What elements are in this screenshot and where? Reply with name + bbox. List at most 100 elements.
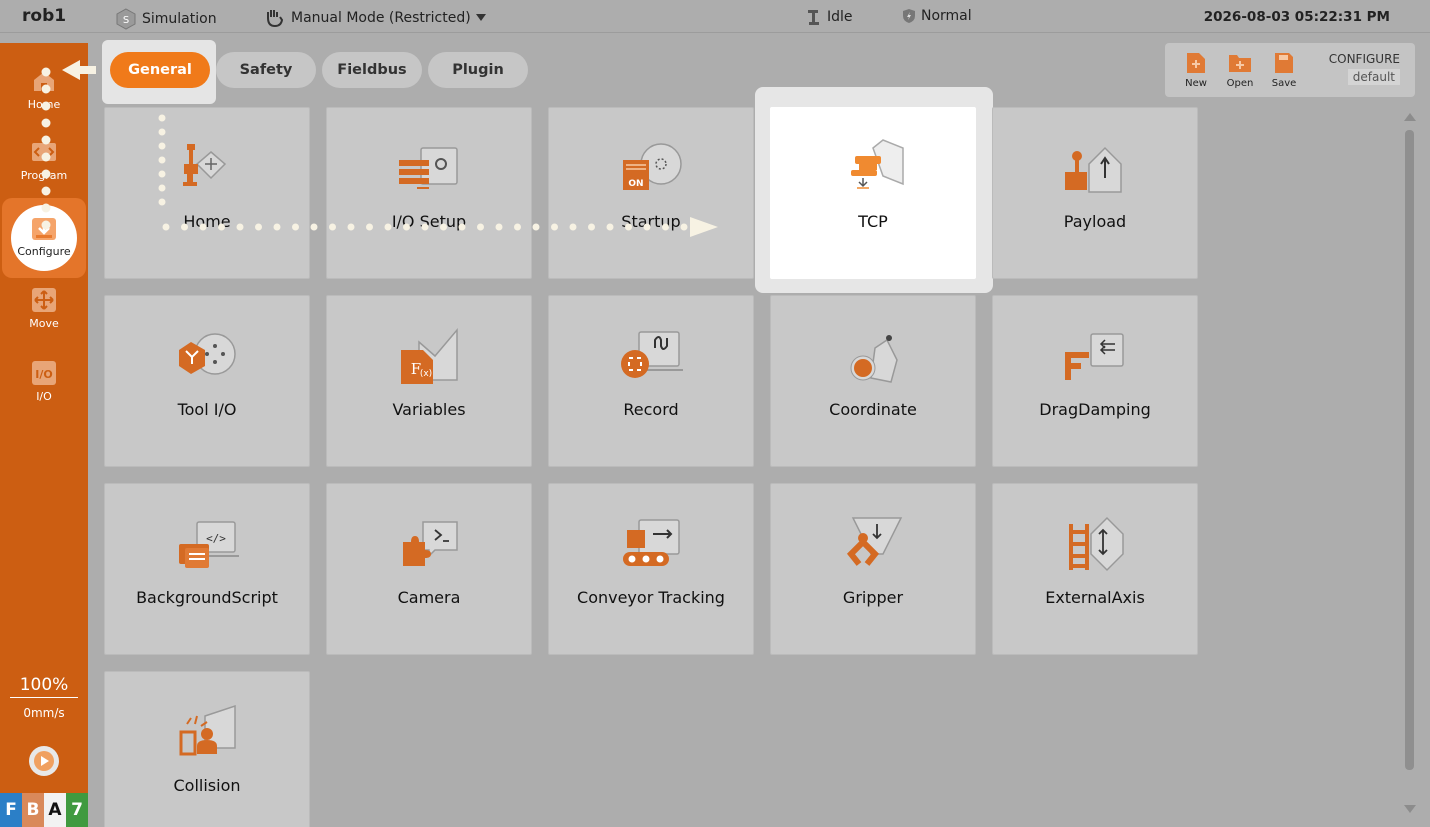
svg-text:(x): (x) bbox=[420, 369, 432, 379]
tile-label: Collision bbox=[173, 776, 241, 795]
io-setup-icon bbox=[395, 138, 465, 198]
safety-label: Normal bbox=[921, 8, 972, 24]
program-icon bbox=[30, 138, 58, 166]
conveyor-icon bbox=[617, 514, 687, 574]
record-icon bbox=[617, 326, 687, 386]
new-label: New bbox=[1185, 78, 1207, 89]
tab-fieldbus[interactable]: Fieldbus bbox=[322, 52, 422, 88]
new-button[interactable]: New bbox=[1176, 51, 1216, 89]
svg-text:ON: ON bbox=[628, 179, 643, 189]
tile-label: Conveyor Tracking bbox=[577, 588, 725, 607]
configure-icon bbox=[30, 215, 58, 243]
hand-icon bbox=[267, 10, 284, 28]
tile-label: Gripper bbox=[842, 588, 904, 607]
tile-startup[interactable]: ON Startup bbox=[548, 107, 754, 279]
camera-icon bbox=[395, 514, 465, 574]
scroll-down-arrow[interactable] bbox=[1404, 805, 1416, 813]
tile-label: Camera bbox=[397, 588, 461, 607]
open-label: Open bbox=[1226, 78, 1254, 89]
sidebar: Home Program Configure Move I/O I/O 100%… bbox=[0, 43, 88, 827]
status-letter-b: B bbox=[22, 793, 44, 827]
variables-icon: F (x) bbox=[395, 326, 465, 386]
tile-coordinate[interactable]: Coordinate bbox=[770, 295, 976, 467]
external-axis-icon bbox=[1061, 514, 1131, 574]
simulation-icon: S bbox=[116, 8, 136, 30]
tile-label: Tool I/O bbox=[177, 400, 237, 419]
sidebar-item-configure[interactable]: Configure bbox=[2, 198, 86, 278]
sidebar-item-label: Move bbox=[29, 317, 59, 330]
new-file-icon bbox=[1187, 53, 1205, 73]
scroll-thumb[interactable] bbox=[1405, 130, 1414, 770]
tile-home[interactable]: Home bbox=[104, 107, 310, 279]
tile-drag-damping[interactable]: DragDamping bbox=[992, 295, 1198, 467]
robot-arm-icon bbox=[808, 10, 819, 25]
sidebar-item-label: Program bbox=[20, 169, 68, 182]
tile-io-setup[interactable]: I/O Setup bbox=[326, 107, 532, 279]
simulation-indicator[interactable]: S Simulation bbox=[115, 8, 217, 30]
tile-label: Home bbox=[183, 212, 231, 231]
tile-label: ExternalAxis bbox=[1045, 588, 1145, 607]
tile-payload[interactable]: Payload bbox=[992, 107, 1198, 279]
tile-variables[interactable]: F (x) Variables bbox=[326, 295, 532, 467]
collision-icon bbox=[173, 702, 243, 762]
play-button[interactable] bbox=[29, 746, 59, 776]
home-icon bbox=[30, 67, 58, 95]
tile-tcp[interactable]: TCP bbox=[770, 107, 976, 279]
scroll-up-arrow[interactable] bbox=[1404, 113, 1416, 121]
sidebar-item-move[interactable]: Move bbox=[0, 286, 88, 330]
config-title: CONFIGURE bbox=[1328, 52, 1400, 66]
background-script-icon: </> bbox=[173, 514, 243, 574]
sidebar-item-program[interactable]: Program bbox=[0, 138, 88, 182]
speed-percent: 100% bbox=[10, 675, 78, 698]
tile-conveyor-tracking[interactable]: Conveyor Tracking bbox=[548, 483, 754, 655]
tile-label: DragDamping bbox=[1039, 400, 1151, 419]
tile-label: Coordinate bbox=[829, 400, 917, 419]
svg-text:I/O: I/O bbox=[35, 368, 52, 381]
mode-selector[interactable]: Manual Mode (Restricted) bbox=[264, 8, 486, 28]
tile-label: Startup bbox=[621, 212, 681, 231]
startup-icon: ON bbox=[617, 138, 687, 198]
tile-label: Payload bbox=[1063, 212, 1127, 231]
io-icon: I/O bbox=[30, 359, 58, 387]
tool-io-icon bbox=[173, 326, 243, 386]
save-button[interactable]: Save bbox=[1264, 51, 1304, 89]
tile-label: Record bbox=[623, 400, 679, 419]
tile-gripper[interactable]: Gripper bbox=[770, 483, 976, 655]
status-letter-7: 7 bbox=[66, 793, 88, 827]
gripper-icon bbox=[839, 514, 909, 574]
sidebar-item-io[interactable]: I/O I/O bbox=[0, 359, 88, 403]
robot-status: Idle bbox=[806, 8, 853, 26]
drag-damping-icon bbox=[1061, 326, 1131, 386]
sidebar-item-label: Home bbox=[27, 98, 61, 111]
tab-general[interactable]: General bbox=[110, 52, 210, 88]
tile-label: I/O Setup bbox=[391, 212, 467, 231]
open-button[interactable]: Open bbox=[1220, 51, 1260, 89]
tile-collision[interactable]: Collision bbox=[104, 671, 310, 827]
vertical-scrollbar[interactable] bbox=[1403, 110, 1417, 816]
status-letter-f: F bbox=[0, 793, 22, 827]
sidebar-item-home[interactable]: Home bbox=[0, 67, 88, 111]
tile-camera[interactable]: Camera bbox=[326, 483, 532, 655]
tab-plugin[interactable]: Plugin bbox=[428, 52, 528, 88]
status-letter-a: A bbox=[44, 793, 66, 827]
move-icon bbox=[30, 286, 58, 314]
tcp-icon bbox=[839, 138, 909, 198]
config-file-panel: New Open Save CONFIGURE default bbox=[1165, 43, 1415, 97]
tile-external-axis[interactable]: ExternalAxis bbox=[992, 483, 1198, 655]
tab-safety[interactable]: Safety bbox=[216, 52, 316, 88]
speed-display[interactable]: 100% 0mm/s bbox=[10, 675, 78, 720]
safety-status: Normal bbox=[902, 8, 972, 24]
home-robot-icon bbox=[173, 138, 243, 198]
sidebar-item-label: Configure bbox=[17, 245, 71, 258]
svg-text:</>: </> bbox=[206, 532, 226, 545]
coordinate-icon bbox=[839, 326, 909, 386]
tile-record[interactable]: Record bbox=[548, 295, 754, 467]
robot-name[interactable]: rob1 bbox=[22, 6, 66, 26]
folder-icon bbox=[1229, 55, 1251, 72]
tile-label: Variables bbox=[392, 400, 466, 419]
status-label: Idle bbox=[827, 9, 853, 25]
payload-icon bbox=[1061, 138, 1131, 198]
simulation-label: Simulation bbox=[142, 11, 217, 27]
tile-tool-io[interactable]: Tool I/O bbox=[104, 295, 310, 467]
tile-background-script[interactable]: </> BackgroundScript bbox=[104, 483, 310, 655]
